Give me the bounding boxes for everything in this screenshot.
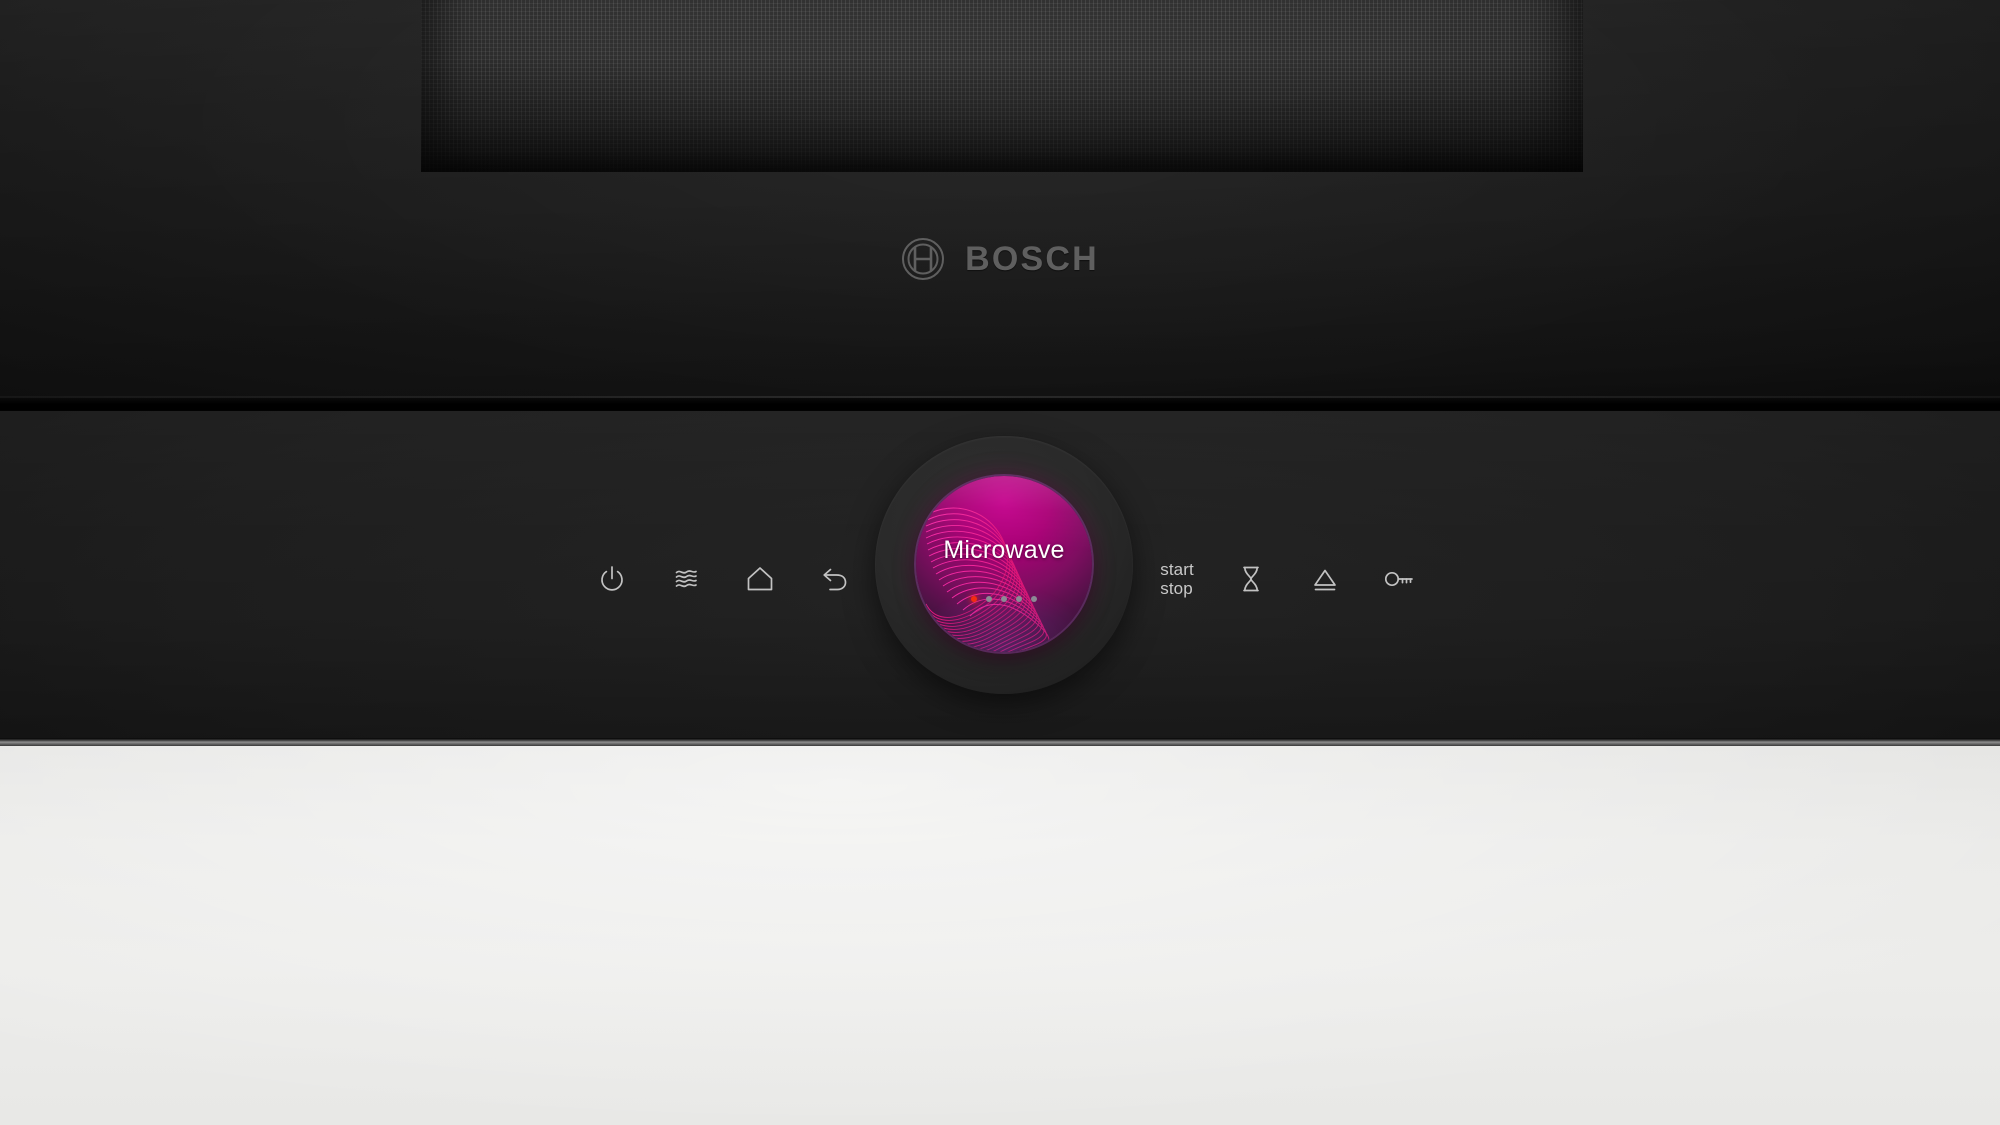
page-dot-5[interactable] xyxy=(1031,596,1037,602)
stop-label: stop xyxy=(1160,579,1193,598)
power-icon xyxy=(601,566,623,591)
steam-waves-icon xyxy=(675,570,697,588)
door-mesh-screen xyxy=(421,0,1583,172)
home-icon xyxy=(747,567,773,591)
seam-highlight xyxy=(0,396,2000,398)
microwave-appliance: BOSCH Microwave start stop xyxy=(0,0,2000,1125)
dial-display[interactable]: Microwave xyxy=(916,476,1092,652)
door-open-eject-icon xyxy=(1314,569,1336,591)
timer-button[interactable] xyxy=(1214,555,1288,603)
bosch-logo-icon xyxy=(902,238,945,280)
page-dot-3[interactable] xyxy=(1001,596,1007,602)
dial-mode-label: Microwave xyxy=(943,536,1065,564)
steam-button[interactable] xyxy=(649,555,723,603)
oven-door[interactable]: BOSCH xyxy=(0,0,2000,404)
child-lock-key-icon xyxy=(1384,571,1413,587)
panel-bottom-edge xyxy=(0,738,2000,746)
home-button[interactable] xyxy=(723,555,797,603)
timer-hourglass-icon xyxy=(1243,566,1259,592)
page-dot-1[interactable] xyxy=(971,596,977,602)
start-stop-button[interactable]: start stop xyxy=(1140,555,1214,603)
brand-wordmark: BOSCH xyxy=(965,240,1099,278)
power-button[interactable] xyxy=(575,555,649,603)
right-touch-key-row: start stop xyxy=(1140,555,1436,603)
back-button[interactable] xyxy=(797,555,871,603)
brand-logo: BOSCH xyxy=(0,237,2000,281)
door-open-button[interactable] xyxy=(1288,555,1362,603)
start-label: start xyxy=(1160,560,1194,579)
back-undo-icon xyxy=(823,568,847,591)
dial-page-indicator[interactable] xyxy=(916,596,1092,602)
counter-light-gradient xyxy=(0,746,2000,1125)
counter-surface xyxy=(0,746,2000,1125)
microwave-wave-graphic xyxy=(925,507,1050,652)
door-mesh-shading xyxy=(421,0,1583,172)
page-dot-2[interactable] xyxy=(986,596,992,602)
child-lock-button[interactable] xyxy=(1362,555,1436,603)
left-touch-key-row xyxy=(575,555,871,603)
start-stop-label: start stop xyxy=(1160,560,1194,598)
control-dial[interactable]: Microwave xyxy=(875,436,1133,694)
page-dot-4[interactable] xyxy=(1016,596,1022,602)
